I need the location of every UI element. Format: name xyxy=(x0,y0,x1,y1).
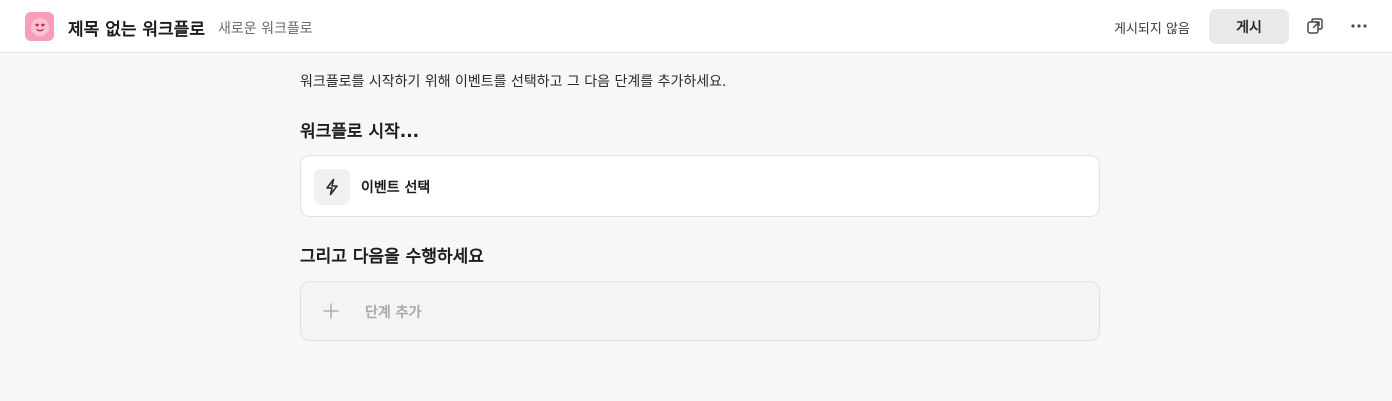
workflow-subtitle: 새로운 워크플로 xyxy=(218,21,313,37)
start-heading: 워크플로 시작... xyxy=(300,122,420,142)
lightning-bolt-icon xyxy=(314,169,350,205)
more-horizontal-icon[interactable] xyxy=(1347,14,1371,38)
workflow-title[interactable]: 제목 없는 워크플로 xyxy=(68,15,205,40)
publish-button[interactable]: 게시 xyxy=(1209,9,1289,44)
open-in-new-window-icon[interactable] xyxy=(1303,14,1327,38)
publish-status: 게시되지 않음 xyxy=(1114,22,1190,37)
select-event-label: 이벤트 선택 xyxy=(361,180,431,196)
add-step-label: 단계 추가 xyxy=(365,305,422,321)
heart-eyes-face-icon[interactable] xyxy=(25,12,54,41)
plus-icon xyxy=(321,301,341,321)
top-bar: 제목 없는 워크플로 새로운 워크플로 게시되지 않음 게시 xyxy=(0,0,1392,53)
add-step-button[interactable]: 단계 추가 xyxy=(300,281,1100,341)
then-heading: 그리고 다음을 수행하세요 xyxy=(300,247,484,267)
intro-text: 워크플로를 시작하기 위해 이벤트를 선택하고 그 다음 단계를 추가하세요. xyxy=(300,74,727,90)
select-event-button[interactable]: 이벤트 선택 xyxy=(300,155,1100,217)
